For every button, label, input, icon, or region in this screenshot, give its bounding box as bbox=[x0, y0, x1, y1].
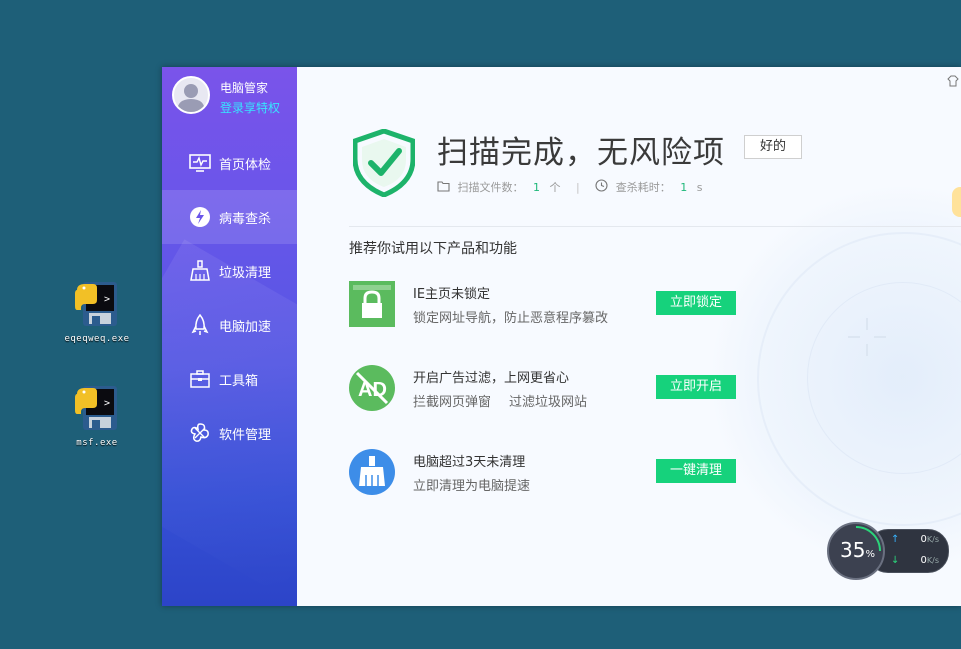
sidebar-item-virus-scan[interactable]: 病毒查杀 bbox=[162, 190, 297, 244]
download-arrow-icon: ↓ bbox=[891, 555, 900, 566]
sidebar-item-label: 软件管理 bbox=[219, 428, 272, 443]
sidebar-item-label: 电脑加速 bbox=[219, 320, 272, 335]
broom-icon bbox=[190, 260, 210, 281]
cleanup-broom-icon bbox=[349, 449, 395, 495]
bg-decoration bbox=[952, 187, 961, 217]
user-icon bbox=[177, 84, 205, 112]
recommend-title: 推荐你试用以下产品和功能 bbox=[349, 241, 517, 257]
sidebar-item-label: 垃圾清理 bbox=[219, 266, 272, 281]
sidebar-item-home-checkup[interactable]: 首页体检 bbox=[162, 136, 297, 190]
python-exe-icon: > bbox=[73, 384, 121, 434]
upload-arrow-icon: ↑ bbox=[891, 534, 900, 545]
svg-text:>: > bbox=[104, 398, 110, 409]
desktop-icon-msf[interactable]: > msf.exe bbox=[52, 384, 142, 448]
sidebar-nav: 首页体检 病毒查杀 垃圾清理 电脑加速 工具箱 软件管理 bbox=[162, 136, 297, 460]
monitor-icon bbox=[189, 154, 211, 172]
recommendation-item: IE主页未锁定 锁定网址导航，防止恶意程序篡改 立即锁定 bbox=[349, 281, 949, 329]
desktop-icon-eqeqweq[interactable]: > eqeqweq.exe bbox=[52, 280, 142, 344]
virus-scan-icon bbox=[190, 207, 210, 227]
recommendation-item: 电脑超过3天未清理 立即清理为电脑提速 一键清理 bbox=[349, 449, 949, 497]
software-icon bbox=[190, 423, 209, 442]
ok-button[interactable]: 好的 bbox=[744, 135, 802, 159]
desktop-icon-label: msf.exe bbox=[76, 438, 118, 448]
profile-name: 电脑管家 bbox=[220, 81, 269, 95]
rocket-icon bbox=[191, 313, 209, 335]
time-value: 1 bbox=[680, 180, 688, 194]
svg-text:>: > bbox=[104, 294, 110, 305]
shield-check-icon bbox=[353, 129, 415, 197]
recommendation-title: IE主页未锁定 bbox=[413, 287, 491, 302]
sidebar-item-label: 工具箱 bbox=[219, 374, 259, 389]
sidebar-item-label: 首页体检 bbox=[219, 158, 272, 173]
skin-shirt-icon[interactable] bbox=[947, 75, 959, 87]
recommendation-item: AD 开启广告过滤，上网更省心 拦截网页弹窗过滤垃圾网站 立即开启 bbox=[349, 365, 949, 413]
files-unit: 个 bbox=[549, 181, 561, 194]
one-click-cleanup-button[interactable]: 一键清理 bbox=[656, 459, 736, 483]
sidebar-item-software-manager[interactable]: 软件管理 bbox=[162, 406, 297, 460]
python-exe-icon: > bbox=[73, 280, 121, 330]
recommendation-desc: 锁定网址导航，防止恶意程序篡改 bbox=[413, 311, 609, 326]
memory-percent: 35% bbox=[840, 538, 875, 562]
sidebar-item-toolbox[interactable]: 工具箱 bbox=[162, 352, 297, 406]
scan-stats: 扫描文件数： 1 个 | 查杀耗时： 1 s bbox=[437, 179, 702, 195]
speed-widget[interactable]: 35% ↑ 0K/s ↓ 0K/s bbox=[827, 522, 949, 580]
files-count: 1 bbox=[533, 180, 540, 194]
clock-icon bbox=[595, 179, 608, 195]
recommendation-title: 开启广告过滤，上网更省心 bbox=[413, 371, 570, 386]
divider bbox=[349, 226, 961, 227]
sidebar: 电脑管家 登录享特权 首页体检 病毒查杀 垃圾清理 电脑加速 工具箱 软件管理 bbox=[162, 67, 297, 606]
sidebar-item-speedup[interactable]: 电脑加速 bbox=[162, 298, 297, 352]
ad-block-icon: AD bbox=[349, 365, 395, 411]
recommendation-desc: 立即清理为电脑提速 bbox=[413, 479, 531, 494]
scan-result-title: 扫描完成，无风险项 bbox=[437, 135, 725, 171]
user-profile[interactable]: 电脑管家 登录享特权 bbox=[172, 76, 297, 118]
avatar[interactable] bbox=[172, 76, 210, 114]
sidebar-item-junk-cleanup[interactable]: 垃圾清理 bbox=[162, 244, 297, 298]
recommendation-title: 电脑超过3天未清理 bbox=[413, 455, 526, 470]
time-unit: s bbox=[696, 180, 703, 194]
toolbox-icon bbox=[190, 370, 210, 388]
time-label: 查杀耗时： bbox=[615, 181, 671, 194]
sidebar-item-label: 病毒查杀 bbox=[219, 212, 272, 227]
lock-icon bbox=[349, 281, 395, 327]
desktop-icon-label: eqeqweq.exe bbox=[64, 334, 130, 344]
recommendation-desc: 拦截网页弹窗 过滤垃圾网站 bbox=[413, 395, 588, 410]
folder-icon bbox=[437, 180, 450, 195]
enable-adblock-button[interactable]: 立即开启 bbox=[656, 375, 736, 399]
lock-homepage-button[interactable]: 立即锁定 bbox=[656, 291, 736, 315]
stats-separator: | bbox=[576, 180, 580, 194]
login-link[interactable]: 登录享特权 bbox=[220, 99, 280, 116]
files-label: 扫描文件数： bbox=[457, 181, 524, 194]
